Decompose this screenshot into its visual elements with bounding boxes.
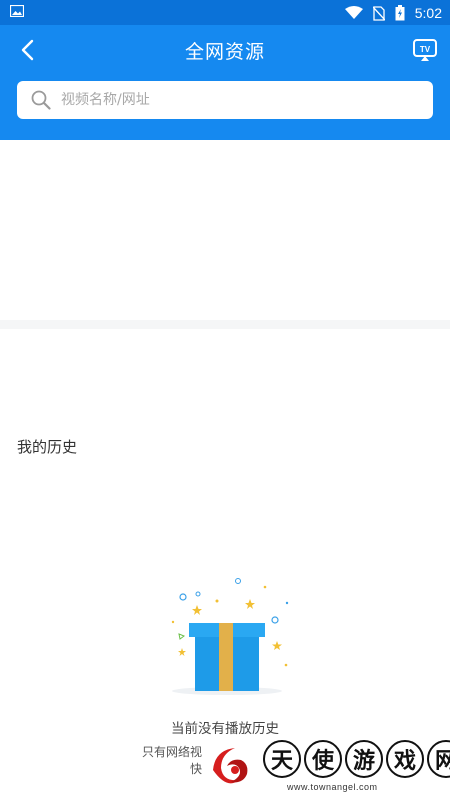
empty-gift-illustration <box>171 578 289 695</box>
search-box[interactable] <box>17 81 433 119</box>
watermark-char: 游 <box>345 740 383 778</box>
empty-history-subtitle: 只有网络视 <box>142 745 203 759</box>
wifi-icon <box>344 6 363 19</box>
section-divider <box>0 320 450 329</box>
watermark-char: 戏 <box>386 740 424 778</box>
empty-history-subtitle-line2: 快 <box>190 762 203 776</box>
tv-cast-icon[interactable]: TV <box>412 37 438 63</box>
empty-history-title: 当前没有播放历史 <box>171 721 279 737</box>
watermark-text: 天 使 游 戏 网 <box>263 740 450 780</box>
status-bar: 5:02 <box>0 0 450 25</box>
no-sim-icon <box>372 5 385 21</box>
watermark-char: 网 <box>427 740 450 778</box>
watermark-char: 使 <box>304 740 342 778</box>
image-icon <box>10 5 24 17</box>
clock: 5:02 <box>414 5 442 21</box>
search-input[interactable] <box>59 91 403 109</box>
page-title: 全网资源 <box>184 41 265 63</box>
watermark-char: 天 <box>263 740 301 778</box>
search-icon <box>31 90 51 110</box>
battery-charging-icon <box>395 5 405 21</box>
history-section-title: 我的历史 <box>17 438 78 456</box>
watermark-logo <box>207 742 255 790</box>
tv-cast-label: TV <box>420 45 431 54</box>
watermark-url: www.townangel.com <box>287 782 378 792</box>
app-bar: 全网资源 TV <box>0 25 450 140</box>
watermark: 天 使 游 戏 网 www.townangel.com <box>205 738 450 800</box>
